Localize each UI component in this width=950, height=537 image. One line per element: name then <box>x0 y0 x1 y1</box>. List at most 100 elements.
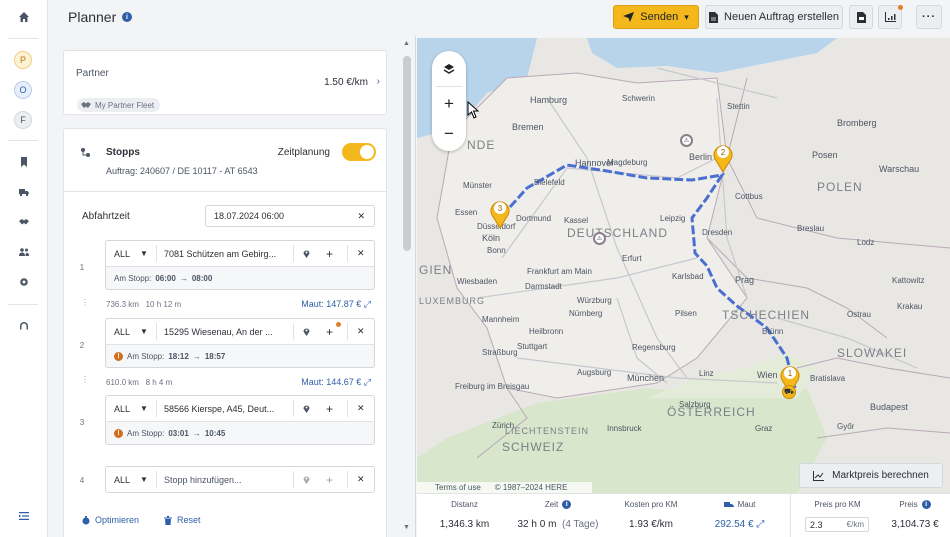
scrollbar-thumb[interactable] <box>403 56 411 251</box>
city-label: Salzburg <box>679 400 711 409</box>
send-button-label: Senden <box>640 11 679 23</box>
market-price-button[interactable]: Marktpreis berechnen <box>799 463 943 488</box>
info-icon[interactable]: i <box>921 500 931 509</box>
country-label: GIEN <box>419 263 453 277</box>
chevron-right-icon[interactable]: › <box>377 76 380 87</box>
add-icon[interactable]: + <box>326 467 333 492</box>
orders-circle-icon[interactable]: O <box>14 81 32 99</box>
city-label: Kattowitz <box>892 276 925 285</box>
stop-type-select[interactable]: ALL ▼ <box>114 396 148 421</box>
stop-type-value: ALL <box>114 403 131 414</box>
more-dots-icon: ··· <box>922 11 936 23</box>
stop-pin-2[interactable]: 2 <box>712 142 734 172</box>
truck-position-icon[interactable]: ⛟ <box>782 385 796 399</box>
city-label: Mannheim <box>482 315 520 324</box>
remove-stop-icon[interactable]: ✕ <box>357 319 365 344</box>
distance-label: Distanz <box>451 500 478 509</box>
partner-card[interactable]: Partner My Partner Fleet 1.50 €/km › <box>63 50 387 115</box>
time-value: 32 h 0 m <box>517 519 557 530</box>
divider <box>156 400 157 417</box>
new-order-button[interactable]: Neuen Auftrag erstellen <box>705 5 843 29</box>
toll-truck-icon <box>723 501 734 507</box>
settings-icon[interactable] <box>14 272 34 292</box>
city-label: Bielefeld <box>534 178 565 187</box>
remove-stop-icon[interactable]: ✕ <box>357 241 365 266</box>
stop-address[interactable]: 15295 Wiesenau, An der ... <box>164 319 273 344</box>
stop-number: 1 <box>79 263 85 272</box>
clear-icon[interactable]: ✕ <box>357 211 365 222</box>
city-label: Innsbruck <box>607 424 642 433</box>
stop-type-select[interactable]: ALL ▼ <box>114 241 148 266</box>
optimize-button[interactable]: Optimieren <box>82 515 139 525</box>
route-map[interactable]: DEUTSCHLAND POLEN TSCHECHIEN SLOWAKEI ÖS… <box>417 38 950 493</box>
stop-address[interactable]: 7081 Schützen am Gebirg... <box>164 241 276 266</box>
add-icon[interactable]: + <box>326 319 333 344</box>
add-icon[interactable]: + <box>326 396 333 421</box>
leg-1-toll[interactable]: Maut: 147.87 € ⤢ <box>301 299 371 310</box>
collapse-menu-icon[interactable] <box>14 506 34 526</box>
divider <box>293 471 294 488</box>
info-icon[interactable]: i <box>122 12 132 22</box>
city-label: Essen <box>455 208 478 217</box>
departure-time-field[interactable]: 18.07.2024 06:00 ✕ <box>205 205 375 227</box>
divider <box>156 245 157 262</box>
paper-plane-icon <box>623 12 635 22</box>
chevron-down-icon: ▾ <box>684 11 689 22</box>
remove-stop-icon[interactable]: ✕ <box>357 396 365 421</box>
stop-time-from: 03:01 <box>168 429 189 438</box>
stop-type-select[interactable]: ALL ▼ <box>114 319 148 344</box>
planner-app: P O F Planner i Senden ▾ Neuen Auftrag e… <box>0 0 950 537</box>
add-icon[interactable]: + <box>326 241 333 266</box>
layers-icon[interactable] <box>432 54 466 84</box>
panel-scrollbar[interactable]: ▲ ▼ <box>400 36 414 537</box>
send-button[interactable]: Senden ▾ <box>613 5 699 29</box>
country-label: LIECHTENSTEIN <box>505 426 590 436</box>
city-label: Zürich <box>492 421 515 430</box>
traffic-incident-icon[interactable]: ⚠ <box>593 232 606 245</box>
terms-of-use-link[interactable]: Terms of use <box>435 483 481 492</box>
users-icon[interactable] <box>14 242 34 262</box>
location-pin-icon[interactable] <box>303 241 310 266</box>
stop-address[interactable]: 58566 Kierspe, A45, Deut... <box>164 396 274 421</box>
location-pin-icon[interactable] <box>303 467 310 492</box>
rail-divider <box>8 38 38 39</box>
leg-toll-value: Maut: 144.67 € <box>301 377 362 387</box>
stop-type-select[interactable]: ALL ▼ <box>114 467 148 492</box>
reset-button[interactable]: Reset <box>164 515 201 525</box>
city-label: Ostrau <box>847 310 872 319</box>
home-icon[interactable] <box>14 7 34 27</box>
more-options-button[interactable]: ··· <box>916 5 942 29</box>
planner-circle-icon[interactable]: P <box>14 51 32 69</box>
city-label: Hamburg <box>530 95 568 105</box>
toll-stat[interactable]: Maut 292.54 € ⤢ <box>707 500 772 530</box>
truck-icon[interactable] <box>14 182 34 202</box>
export-pdf-button[interactable] <box>849 5 873 29</box>
handshake-icon[interactable] <box>14 212 34 232</box>
fleet-circle-icon[interactable]: F <box>14 111 32 129</box>
zoom-in-button[interactable]: + <box>432 89 466 119</box>
departure-label: Abfahrtzeit <box>82 211 130 222</box>
leg-2-toll[interactable]: Maut: 144.67 € ⤢ <box>301 377 371 388</box>
zeitplanung-toggle[interactable] <box>342 143 376 161</box>
handshake-icon <box>81 101 91 108</box>
stop-pin-3[interactable]: 3 <box>489 198 511 228</box>
rail-circle-label: F <box>20 115 26 125</box>
price-per-km-input[interactable]: 2.3 €/km <box>805 517 869 532</box>
zoom-out-button[interactable]: − <box>432 119 466 149</box>
arrow-right-icon: → <box>192 429 201 438</box>
scroll-down-icon[interactable]: ▼ <box>403 524 410 531</box>
expand-icon[interactable]: ⤢ <box>364 377 371 387</box>
info-icon[interactable]: i <box>562 500 572 509</box>
traffic-incident-icon[interactable]: ⚠ <box>680 134 693 147</box>
remove-stop-icon[interactable]: ✕ <box>357 467 365 492</box>
scroll-up-icon[interactable]: ▲ <box>403 40 410 47</box>
expand-icon[interactable]: ⤢ <box>364 299 371 309</box>
support-headset-icon[interactable] <box>14 316 34 336</box>
location-pin-icon[interactable] <box>303 396 310 421</box>
notification-dot <box>336 322 341 327</box>
rail-circle-label: O <box>19 85 27 95</box>
expand-icon[interactable]: ⤢ <box>756 519 764 530</box>
add-stop-input[interactable]: Stopp hinzufügen... <box>164 467 242 492</box>
bookmark-icon[interactable] <box>14 152 34 172</box>
location-pin-icon[interactable] <box>303 319 310 344</box>
